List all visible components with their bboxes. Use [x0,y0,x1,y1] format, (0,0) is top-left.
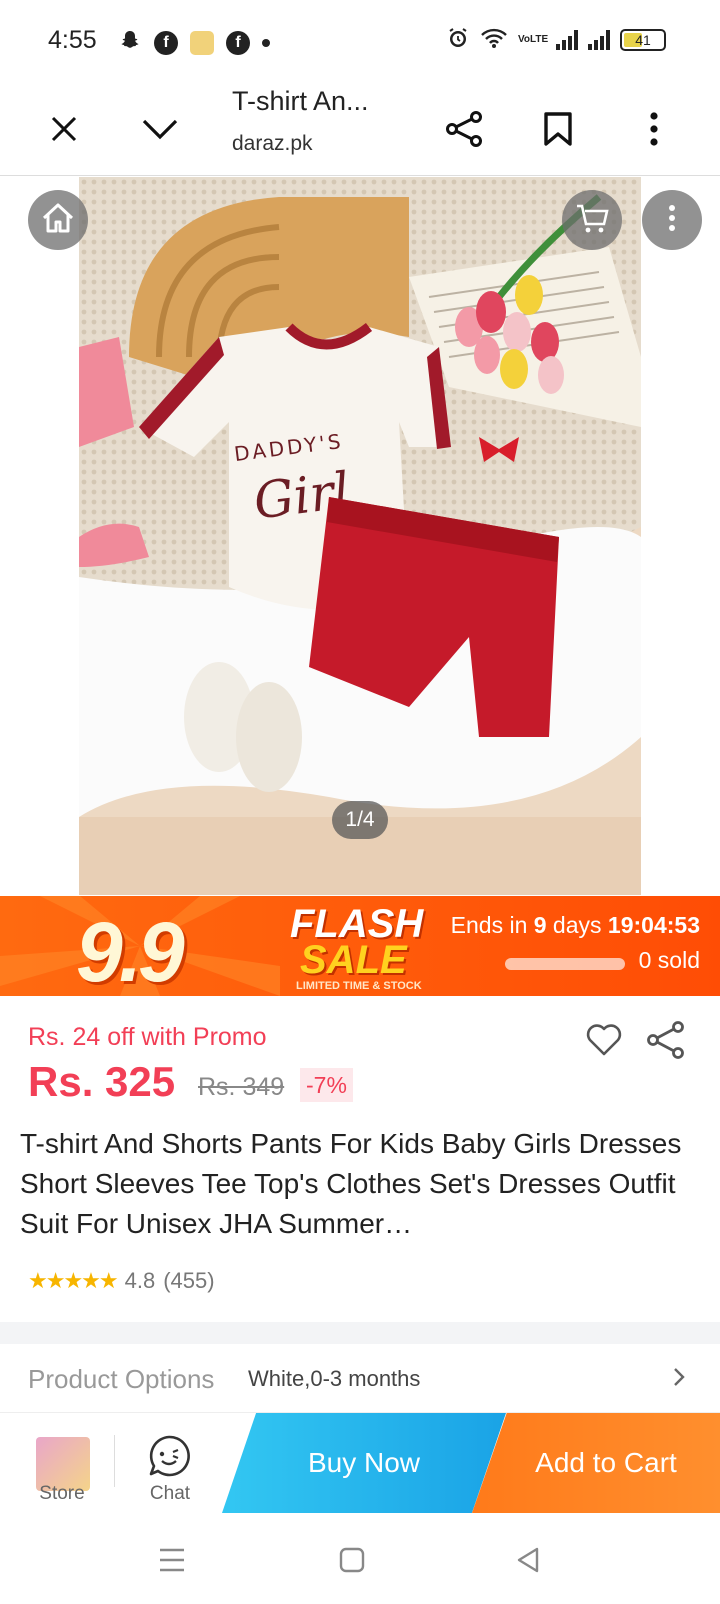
share-icon[interactable] [646,1020,686,1060]
chevron-down-icon[interactable] [136,105,184,153]
chevron-right-icon [672,1366,686,1395]
system-navigation-bar [0,1516,720,1604]
bookmark-icon[interactable] [534,105,582,153]
original-price: Rs. 349 [198,1073,285,1101]
battery-icon: 41 [620,29,666,51]
page-domain[interactable]: daraz.pk [232,132,313,156]
more-notifications-icon [262,38,270,47]
rating-value: 4.8 [124,1268,156,1293]
star-rating-icon: ★★★★★ [28,1268,119,1293]
chat-label: Chat [149,1483,191,1504]
app-notification-icon [190,30,214,55]
wifi-icon [480,27,508,53]
status-bar: 4:55 f f VoLTE 41 [0,0,720,82]
home-button[interactable] [28,190,88,250]
alarm-icon [446,26,470,54]
chat-icon [146,1433,192,1484]
rating-count: (455) [163,1268,215,1293]
signal-icon [588,30,610,50]
current-price: Rs. 325 [28,1058,176,1105]
sold-progress-bar [505,958,625,970]
image-counter: 1/4 [332,801,388,839]
facebook-icon: f [226,30,250,55]
volte-icon: VoLTE [518,34,549,45]
flash-badge: 9.9 [76,905,185,996]
page-title[interactable]: T-shirt An... [232,86,369,117]
sale-title: SALE [300,938,407,982]
product-options-row[interactable]: Product Options White,0-3 months [0,1344,720,1412]
promo-text[interactable]: Rs. 24 off with Promo [28,1023,267,1052]
cart-button[interactable] [562,190,622,250]
discount-badge: -7% [300,1068,353,1102]
buy-now-button[interactable]: Buy Now [222,1413,506,1513]
more-options-button[interactable] [642,190,702,250]
product-image[interactable]: DADDY'S Girl [79,177,641,895]
sold-count: 0 sold [638,947,700,973]
add-to-cart-button[interactable]: Add to Cart [472,1413,720,1513]
flash-sale-banner[interactable]: 9.9 FLASH SALE LIMITED TIME & STOCK Ends… [0,896,720,996]
options-label: Product Options [28,1364,215,1394]
notification-icons: f f [118,28,270,57]
options-value: White,0-3 months [248,1366,421,1391]
share-icon[interactable] [440,105,488,153]
separator [114,1435,115,1487]
cart-icon [574,200,610,241]
facebook-icon: f [154,30,178,55]
browser-toolbar: T-shirt An... daraz.pk [0,82,720,176]
flash-subtitle: LIMITED TIME & STOCK [296,980,422,992]
heart-icon[interactable] [584,1020,624,1060]
close-icon[interactable] [40,105,88,153]
signal-icon [556,30,578,50]
more-vertical-icon [668,204,676,237]
store-button[interactable]: Store [20,1425,104,1509]
product-photo: DADDY'S Girl [79,177,641,895]
home-icon [40,200,76,241]
home-square-icon[interactable] [332,1540,372,1580]
section-divider [0,1322,720,1344]
flash-countdown: Ends in 9 days 19:04:53 [450,912,700,938]
more-vertical-icon[interactable] [630,105,678,153]
back-icon[interactable] [508,1540,548,1580]
product-title: T-shirt And Shorts Pants For Kids Baby G… [20,1128,682,1239]
product-rating[interactable]: ★★★★★ 4.8 (455) [28,1268,215,1294]
action-bar: Store Chat Buy Now Add to Cart [0,1412,720,1516]
menu-icon[interactable] [152,1540,192,1580]
status-time: 4:55 [48,26,97,54]
chat-button[interactable]: Chat [128,1425,212,1509]
snapchat-icon [118,28,142,57]
store-label: Store [39,1483,85,1504]
system-icons: VoLTE 41 [446,26,666,54]
